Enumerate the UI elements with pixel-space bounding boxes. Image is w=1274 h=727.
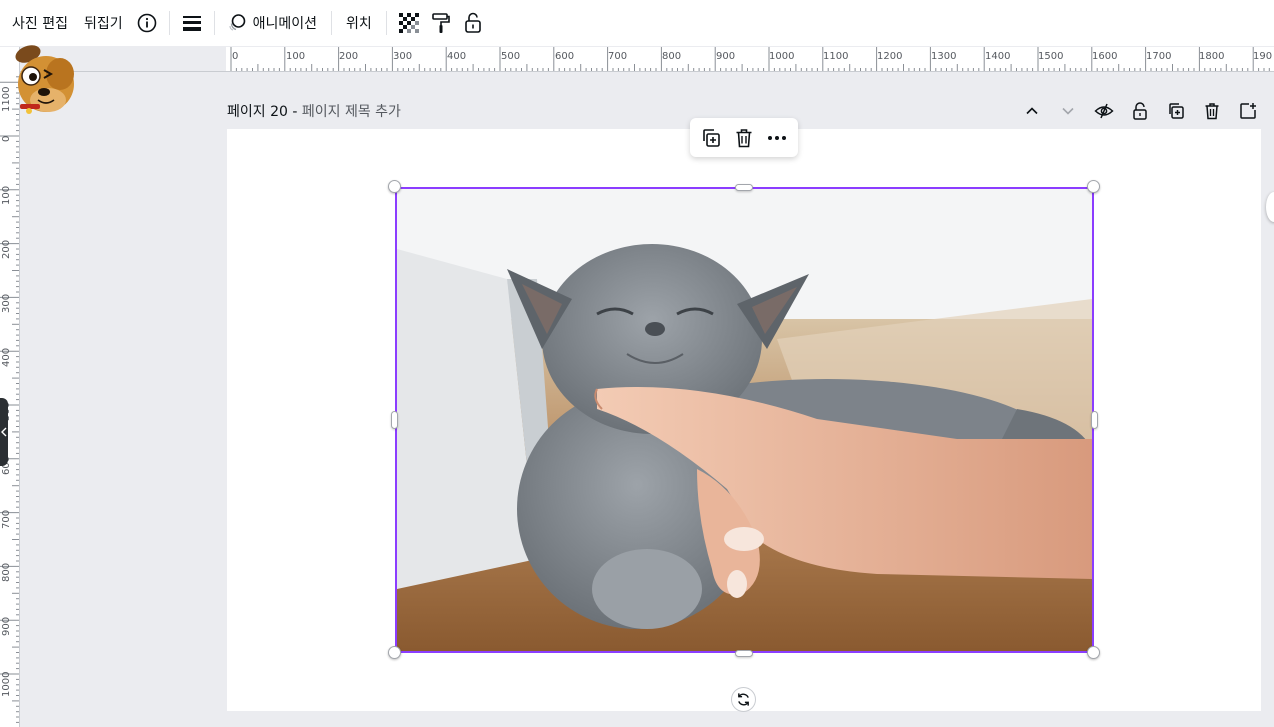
divider bbox=[331, 11, 333, 35]
resize-handle-top[interactable] bbox=[735, 184, 753, 191]
ruler-label: 600 bbox=[555, 51, 575, 62]
page-title[interactable]: 페이지 20 - 페이지 제목 추가 bbox=[227, 101, 401, 121]
position-button[interactable]: 위치 bbox=[338, 7, 380, 39]
ruler-label: 1400 bbox=[985, 51, 1011, 62]
ruler-label: 700 bbox=[1, 509, 12, 529]
ruler-label: 1500 bbox=[1038, 51, 1064, 62]
ruler-label: 500 bbox=[501, 51, 521, 62]
ruler-label: 400 bbox=[1, 347, 12, 367]
cat-photo[interactable] bbox=[395, 187, 1094, 653]
line-weight-icon[interactable] bbox=[176, 7, 208, 39]
ruler-label: 900 bbox=[1, 616, 12, 636]
animate-label: 애니메이션 bbox=[252, 16, 318, 32]
resize-handle-bottom[interactable] bbox=[735, 650, 753, 657]
ruler-label: 1300 bbox=[931, 51, 957, 62]
info-icon[interactable] bbox=[131, 7, 163, 39]
ruler-label: 1000 bbox=[769, 51, 795, 62]
animate-button[interactable]: 애니메이션 bbox=[221, 7, 325, 39]
horizontal-ruler[interactable]: 0 100 200 300 400 500 600 700 800 900 10… bbox=[226, 47, 1274, 72]
ruler-label: 900 bbox=[716, 51, 736, 62]
ruler-label: 1700 bbox=[1146, 51, 1172, 62]
hide-page-icon[interactable] bbox=[1088, 97, 1120, 125]
ruler-label: 200 bbox=[1, 239, 12, 259]
page-number-label: 페이지 20 - bbox=[227, 104, 302, 120]
scroll-helper-button[interactable] bbox=[1266, 192, 1274, 222]
resize-handle-bottom-left[interactable] bbox=[388, 646, 401, 659]
top-toolbar: 사진 편집 뒤집기 애니메이션 위치 bbox=[0, 0, 1274, 46]
divider bbox=[385, 11, 387, 35]
rotate-icon bbox=[736, 692, 751, 707]
resize-handle-top-right[interactable] bbox=[1087, 180, 1100, 193]
flip-button[interactable]: 뒤집기 bbox=[76, 7, 131, 39]
ruler-label: 190 bbox=[1253, 51, 1273, 62]
duplicate-page-icon[interactable] bbox=[1160, 97, 1192, 125]
ruler-label: 1100 bbox=[823, 51, 849, 62]
ruler-label: 300 bbox=[393, 51, 413, 62]
ruler-label: 200 bbox=[339, 51, 359, 62]
lock-page-icon[interactable] bbox=[1124, 97, 1156, 125]
resize-handle-top-left[interactable] bbox=[388, 180, 401, 193]
resize-handle-right[interactable] bbox=[1091, 411, 1098, 429]
resize-handle-left[interactable] bbox=[391, 411, 398, 429]
add-page-icon[interactable] bbox=[1232, 97, 1264, 125]
divider bbox=[213, 11, 215, 35]
ruler-label: 1200 bbox=[877, 51, 903, 62]
ruler-label: 1600 bbox=[1092, 51, 1118, 62]
rotate-handle[interactable] bbox=[731, 687, 756, 712]
ruler-label: 0 bbox=[1, 135, 12, 142]
page-actions bbox=[1016, 97, 1264, 125]
ruler-label: 300 bbox=[1, 293, 12, 313]
divider bbox=[168, 11, 170, 35]
ruler-label: 0 bbox=[232, 51, 239, 62]
ruler-label: 400 bbox=[447, 51, 467, 62]
ruler-label: 100 bbox=[1, 185, 12, 205]
element-floating-toolbar bbox=[690, 118, 798, 157]
add-page-title-link[interactable]: 페이지 제목 추가 bbox=[302, 104, 401, 120]
chevron-left-icon bbox=[1, 427, 7, 437]
trash-icon[interactable] bbox=[729, 123, 759, 153]
animate-icon bbox=[227, 13, 247, 33]
duplicate-icon[interactable] bbox=[696, 123, 726, 153]
ruler-label: 1800 bbox=[1199, 51, 1225, 62]
chevron-up-icon[interactable] bbox=[1016, 97, 1048, 125]
delete-page-icon[interactable] bbox=[1196, 97, 1228, 125]
ruler-label: 1000 bbox=[1, 671, 12, 697]
ruler-label: 700 bbox=[608, 51, 628, 62]
ruler-label: 100 bbox=[286, 51, 306, 62]
chevron-down-icon[interactable] bbox=[1052, 97, 1084, 125]
ruler-label: 800 bbox=[662, 51, 682, 62]
ruler-label: 800 bbox=[1, 562, 12, 582]
dog-mascot-icon bbox=[8, 40, 78, 118]
paint-roller-icon[interactable] bbox=[425, 7, 457, 39]
unlock-icon[interactable] bbox=[457, 7, 489, 39]
collapse-panel-tab[interactable] bbox=[0, 398, 8, 466]
edit-photo-button[interactable]: 사진 편집 bbox=[4, 7, 76, 39]
checkerboard-icon[interactable] bbox=[393, 7, 425, 39]
more-options-icon[interactable] bbox=[762, 123, 792, 153]
resize-handle-bottom-right[interactable] bbox=[1087, 646, 1100, 659]
